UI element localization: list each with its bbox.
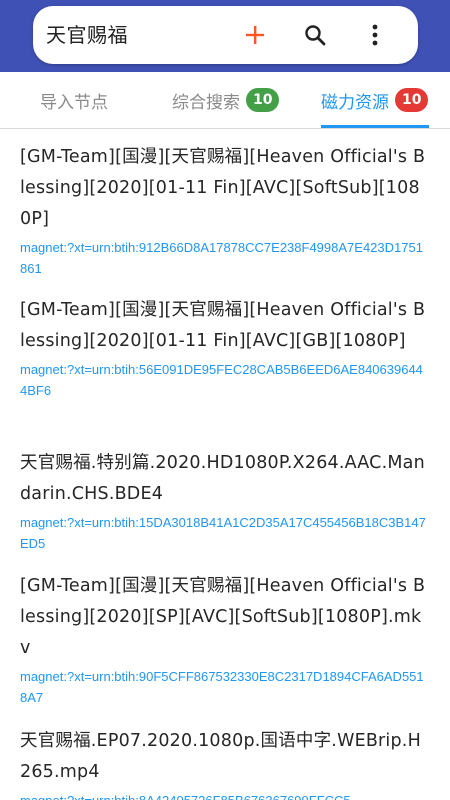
list-item[interactable]: 天官赐福.EP07.2020.1080p.国语中字.WEBrip.H265.mp… (20, 726, 430, 800)
search-query[interactable]: 天官赐福 (46, 6, 128, 64)
magnet-link[interactable]: magnet:?xt=urn:btih:15DA3018B41A1C2D35A1… (20, 512, 430, 554)
list-item[interactable]: 天官赐福.特别篇.2020.HD1080P.X264.AAC.Mandarin.… (20, 448, 430, 554)
magnet-link[interactable]: magnet:?xt=urn:btih:912B66D8A17878CC7E23… (20, 237, 430, 279)
active-tab-indicator (321, 125, 429, 128)
search-button[interactable] (295, 15, 335, 55)
more-options-button[interactable] (355, 15, 395, 55)
result-count-badge: 10 (395, 88, 429, 112)
add-button[interactable] (235, 15, 275, 55)
tab-import-nodes[interactable]: 导入节点 (40, 72, 108, 128)
result-count-badge: 10 (246, 88, 280, 112)
magnet-link[interactable]: magnet:?xt=urn:btih:90F5CFF867532330E8C2… (20, 666, 430, 708)
plus-icon (246, 26, 264, 44)
list-item[interactable]: [GM-Team][国漫][天官赐福][Heaven Official's Bl… (20, 571, 430, 708)
search-bar[interactable]: 天官赐福 (33, 6, 418, 64)
tab-label: 磁力资源 (321, 92, 389, 113)
list-item[interactable]: [GM-Team][国漫][天官赐福][Heaven Official's Bl… (20, 142, 430, 279)
results-list[interactable]: [GM-Team][国漫][天官赐福][Heaven Official's Bl… (0, 130, 450, 800)
result-title: 天官赐福.EP07.2020.1080p.国语中字.WEBrip.H265.mp… (20, 731, 421, 782)
app-bar: 天官赐福 (0, 0, 450, 72)
result-title: 天官赐福.特别篇.2020.HD1080P.X264.AAC.Mandarin.… (20, 453, 425, 504)
list-item[interactable]: [GM-Team][国漫][天官赐福][Heaven Official's Bl… (20, 295, 430, 401)
tab-bar: 导入节点 综合搜索 10 磁力资源 10 (0, 72, 450, 129)
search-icon (305, 25, 326, 46)
tab-label: 综合搜索 (172, 92, 240, 113)
magnet-link[interactable]: magnet:?xt=urn:btih:56E091DE95FEC28CAB5B… (20, 359, 430, 401)
result-title: [GM-Team][国漫][天官赐福][Heaven Official's Bl… (20, 576, 426, 658)
result-title: [GM-Team][国漫][天官赐福][Heaven Official's Bl… (20, 147, 426, 229)
tab-general-search[interactable]: 综合搜索 10 (172, 72, 280, 128)
magnet-link[interactable]: magnet:?xt=urn:btih:8A42405726F85B676367… (20, 790, 430, 800)
tab-magnet-resources[interactable]: 磁力资源 10 (321, 72, 429, 128)
result-title: [GM-Team][国漫][天官赐福][Heaven Official's Bl… (20, 300, 426, 351)
tab-label: 导入节点 (40, 92, 108, 113)
more-vertical-icon (372, 24, 378, 46)
